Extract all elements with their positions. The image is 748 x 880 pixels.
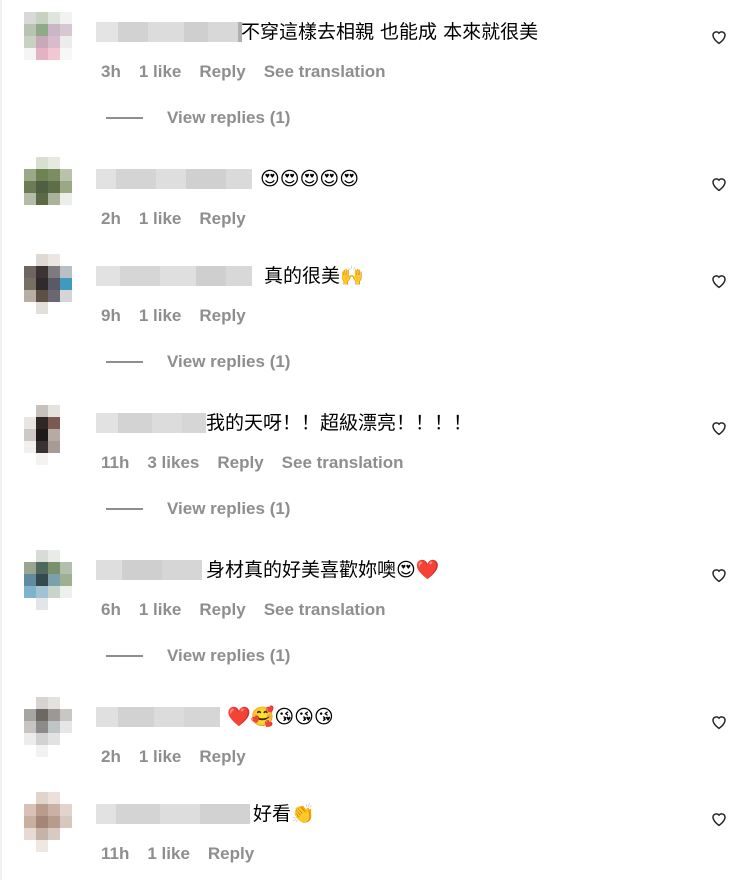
heart-outline-icon[interactable] [710, 810, 728, 828]
like-count[interactable]: 1 like [139, 306, 182, 326]
comment-text: 真的很美🙌 [264, 265, 364, 287]
view-replies-button[interactable]: View replies (1) [167, 352, 290, 372]
timestamp[interactable]: 9h [101, 306, 121, 326]
heart-outline-icon[interactable] [710, 175, 728, 193]
comment-text: 身材真的好美喜歡妳噢😍❤️ [206, 559, 440, 581]
like-count[interactable]: 3 likes [147, 453, 199, 473]
view-replies-row: View replies (1) [106, 352, 290, 372]
username-blurred[interactable] [96, 22, 242, 42]
left-border [0, 0, 2, 880]
see-translation-button[interactable]: See translation [264, 600, 386, 620]
username-blurred[interactable] [96, 413, 206, 433]
like-count[interactable]: 1 like [139, 209, 182, 229]
reply-button[interactable]: Reply [199, 209, 245, 229]
avatar[interactable] [24, 254, 72, 314]
like-count[interactable]: 1 like [139, 747, 182, 767]
timestamp[interactable]: 3h [101, 62, 121, 82]
comment-text: 好看👏 [253, 803, 315, 825]
view-replies-row: View replies (1) [106, 646, 290, 666]
reply-divider [106, 361, 143, 363]
reply-button[interactable]: Reply [199, 600, 245, 620]
heart-outline-icon[interactable] [710, 566, 728, 584]
reply-divider [106, 117, 143, 119]
comment-meta: 2h 1 like Reply [101, 209, 246, 229]
comment-meta: 3h 1 like Reply See translation [101, 62, 386, 82]
reply-divider [106, 508, 143, 510]
avatar[interactable] [24, 792, 72, 852]
comment-meta: 6h 1 like Reply See translation [101, 600, 386, 620]
avatar[interactable] [24, 157, 72, 217]
reply-divider [106, 655, 143, 657]
comment-meta: 2h 1 like Reply [101, 747, 246, 767]
reply-button[interactable]: Reply [199, 62, 245, 82]
timestamp[interactable]: 2h [101, 747, 121, 767]
reply-button[interactable]: Reply [199, 747, 245, 767]
like-count[interactable]: 1 like [147, 844, 190, 864]
comment-meta: 11h 3 likes Reply See translation [101, 453, 404, 473]
reply-button[interactable]: Reply [199, 306, 245, 326]
see-translation-button[interactable]: See translation [282, 453, 404, 473]
comment-text: 😍😍😍😍😍 [260, 168, 360, 190]
timestamp[interactable]: 11h [101, 453, 129, 473]
avatar[interactable] [24, 550, 72, 610]
reply-button[interactable]: Reply [217, 453, 263, 473]
view-replies-button[interactable]: View replies (1) [167, 108, 290, 128]
view-replies-row: View replies (1) [106, 499, 290, 519]
avatar[interactable] [24, 405, 72, 465]
avatar[interactable] [24, 12, 72, 72]
comment-text: 我的天呀！！超級漂亮！！！！ [206, 412, 473, 434]
username-blurred[interactable] [96, 560, 202, 580]
see-translation-button[interactable]: See translation [264, 62, 386, 82]
view-replies-button[interactable]: View replies (1) [167, 646, 290, 666]
username-blurred[interactable] [96, 169, 252, 189]
avatar[interactable] [24, 697, 72, 757]
comment-text: 不穿這樣去相親 也能成 本來就很美 [241, 21, 539, 43]
heart-outline-icon[interactable] [710, 272, 728, 290]
comment-meta: 11h 1 like Reply [101, 844, 254, 864]
username-blurred[interactable] [96, 707, 220, 727]
username-blurred[interactable] [96, 266, 252, 286]
view-replies-button[interactable]: View replies (1) [167, 499, 290, 519]
heart-outline-icon[interactable] [710, 713, 728, 731]
timestamp[interactable]: 2h [101, 209, 121, 229]
view-replies-row: View replies (1) [106, 108, 290, 128]
heart-outline-icon[interactable] [710, 28, 728, 46]
comment-text: ❤️🥰😘😘😘 [227, 706, 334, 728]
comment-meta: 9h 1 like Reply [101, 306, 246, 326]
like-count[interactable]: 1 like [139, 62, 182, 82]
timestamp[interactable]: 11h [101, 844, 129, 864]
timestamp[interactable]: 6h [101, 600, 121, 620]
like-count[interactable]: 1 like [139, 600, 182, 620]
reply-button[interactable]: Reply [208, 844, 254, 864]
username-blurred[interactable] [96, 804, 250, 824]
heart-outline-icon[interactable] [710, 419, 728, 437]
